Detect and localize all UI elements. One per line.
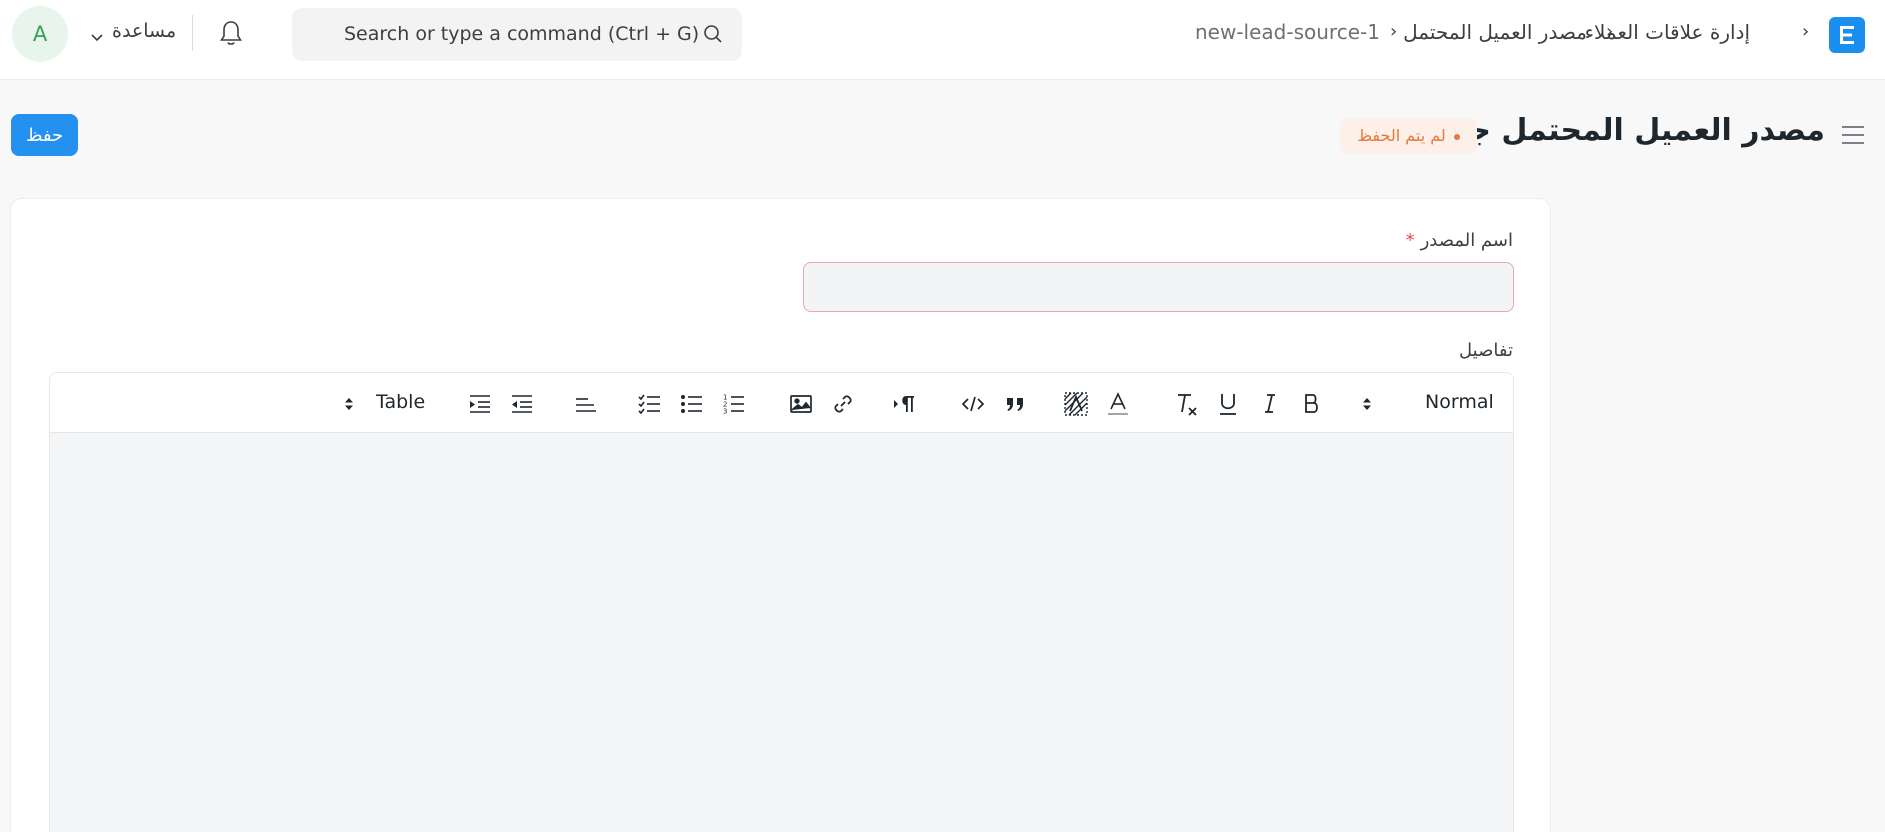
search-bar[interactable] [292,8,742,61]
align-icon[interactable] [573,391,599,417]
breadcrumb-lead-source[interactable]: مصدر العميل المحتمل [1403,20,1587,44]
italic-icon[interactable] [1257,391,1283,417]
notification-bell-icon[interactable] [218,19,244,51]
editor-toolbar: Normal 1 2 3 Table [50,373,1513,433]
source-name-label: اسم المصدر* [1406,230,1513,251]
page-title: مصدر العميل المحتمل جديد [1423,113,1825,148]
blockquote-icon[interactable] [1002,391,1028,417]
breadcrumb-separator: › [1606,21,1614,42]
format-select-arrows-icon[interactable] [1360,391,1374,417]
search-input[interactable] [344,18,704,50]
status-dot [1453,133,1460,140]
editor-content-area[interactable] [50,433,1513,832]
avatar[interactable]: A [12,6,68,62]
save-button[interactable]: حفظ [11,114,78,156]
source-name-input[interactable] [803,262,1514,312]
check-list-icon[interactable] [637,391,663,417]
table-select-arrows-icon[interactable] [342,391,356,417]
navbar: › إدارة علاقات العملاء › مصدر العميل الم… [0,0,1885,80]
text-direction-icon[interactable] [892,391,918,417]
status-badge: لم يتم الحفظ [1340,118,1477,154]
breadcrumb-separator: › [1390,21,1398,42]
clear-format-icon[interactable] [1173,391,1199,417]
help-dropdown[interactable]: مساعدة [112,20,176,42]
breadcrumb-separator: › [1802,21,1810,42]
bold-icon[interactable] [1299,391,1325,417]
chevron-down-icon[interactable] [90,28,104,47]
background-color-icon[interactable] [1063,391,1089,417]
bullet-list-icon[interactable] [679,391,705,417]
indent-icon[interactable] [467,391,493,417]
details-editor[interactable]: Normal 1 2 3 Table [49,372,1514,832]
outdent-icon[interactable] [509,391,535,417]
status-text: لم يتم الحفظ [1357,126,1446,145]
source-name-label-text: اسم المصدر [1420,230,1513,251]
ordered-list-icon[interactable]: 123 [721,391,747,417]
search-icon [702,23,724,49]
app-logo[interactable] [1829,17,1865,53]
underline-icon[interactable] [1215,391,1241,417]
details-label: تفاصيل [1459,340,1513,361]
format-select[interactable]: Normal [1425,391,1494,413]
breadcrumb-current: new-lead-source-1 [1195,20,1380,44]
navbar-divider [192,15,193,51]
required-mark: * [1405,230,1415,251]
text-color-icon[interactable] [1105,391,1131,417]
code-block-icon[interactable] [960,391,986,417]
sidebar-toggle-icon[interactable] [1840,124,1866,150]
svg-text:3: 3 [723,408,727,416]
image-icon[interactable] [788,391,814,417]
table-select[interactable]: Table [376,391,425,413]
link-icon[interactable] [830,391,856,417]
logo-icon [1840,26,1854,44]
